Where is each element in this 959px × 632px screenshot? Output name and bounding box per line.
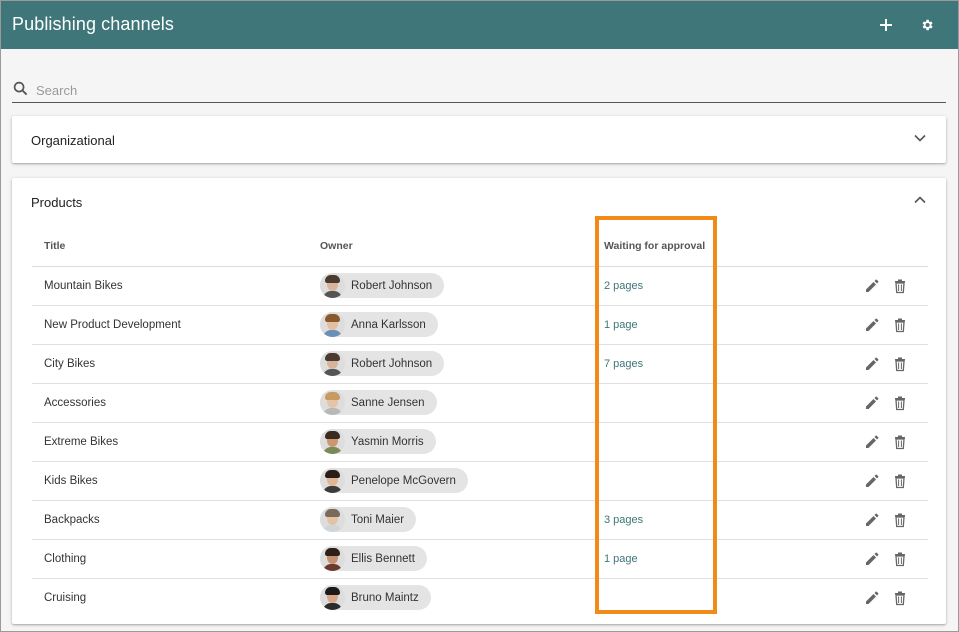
channel-title[interactable]: Mountain Bikes: [44, 280, 123, 292]
section-organizational-header[interactable]: Organizational: [12, 116, 946, 164]
avatar: [320, 546, 345, 571]
table-row[interactable]: Clothing Ellis Bennett 1 page: [32, 540, 928, 579]
owner-name: Sanne Jensen: [351, 396, 425, 409]
trash-icon[interactable]: [892, 278, 908, 294]
search-bar: [12, 77, 946, 103]
chevron-down-icon[interactable]: [914, 134, 926, 142]
waiting-pages-link[interactable]: 7 pages: [604, 358, 643, 370]
channel-title[interactable]: Cruising: [44, 592, 86, 604]
owner-chip[interactable]: Toni Maier: [320, 507, 417, 532]
waiting-pages-link[interactable]: 2 pages: [604, 280, 643, 292]
chevron-up-icon[interactable]: [914, 196, 926, 204]
owner-name: Bruno Maintz: [351, 591, 419, 604]
app-header: Publishing channels: [1, 1, 958, 49]
channel-title[interactable]: City Bikes: [44, 358, 95, 370]
owner-chip[interactable]: Robert Johnson: [320, 273, 445, 298]
channel-title[interactable]: Clothing: [44, 553, 86, 565]
column-header-title[interactable]: Title: [44, 240, 65, 252]
trash-icon[interactable]: [892, 590, 908, 606]
owner-name: Toni Maier: [351, 513, 405, 526]
channels-table: Title Owner Waiting for approval Mountai…: [32, 228, 928, 617]
table-row[interactable]: Cruising Bruno Maintz: [32, 579, 928, 617]
trash-icon[interactable]: [892, 395, 908, 411]
pencil-icon[interactable]: [864, 395, 880, 411]
waiting-pages-link[interactable]: 1 page: [604, 319, 638, 331]
channel-title[interactable]: Extreme Bikes: [44, 436, 118, 448]
owner-name: Ellis Bennett: [351, 552, 415, 565]
section-title: Products: [31, 195, 83, 210]
pencil-icon[interactable]: [864, 434, 880, 450]
channel-title[interactable]: New Product Development: [44, 319, 181, 331]
owner-chip[interactable]: Sanne Jensen: [320, 390, 437, 415]
settings-button[interactable]: [915, 13, 939, 37]
section-products-header[interactable]: Products: [12, 178, 946, 226]
channel-title[interactable]: Backpacks: [44, 514, 100, 526]
channel-title[interactable]: Kids Bikes: [44, 475, 98, 487]
owner-name: Robert Johnson: [351, 357, 433, 370]
avatar: [320, 390, 345, 415]
owner-chip[interactable]: Penelope McGovern: [320, 468, 468, 493]
trash-icon[interactable]: [892, 551, 908, 567]
owner-chip[interactable]: Robert Johnson: [320, 351, 445, 376]
column-header-waiting[interactable]: Waiting for approval: [604, 240, 705, 252]
table-row[interactable]: Accessories Sanne Jensen: [32, 384, 928, 423]
search-input[interactable]: [34, 80, 928, 100]
owner-name: Anna Karlsson: [351, 318, 426, 331]
plus-icon: [880, 19, 892, 31]
trash-icon[interactable]: [892, 512, 908, 528]
waiting-pages-link[interactable]: 3 pages: [604, 514, 643, 526]
channel-title[interactable]: Accessories: [44, 397, 106, 409]
trash-icon[interactable]: [892, 317, 908, 333]
section-title: Organizational: [31, 133, 115, 148]
trash-icon[interactable]: [892, 356, 908, 372]
trash-icon[interactable]: [892, 473, 908, 489]
pencil-icon[interactable]: [864, 278, 880, 294]
search-icon: [13, 81, 28, 96]
gear-icon: [922, 19, 933, 31]
trash-icon[interactable]: [892, 434, 908, 450]
add-channel-button[interactable]: [874, 13, 898, 37]
owner-name: Robert Johnson: [351, 279, 433, 292]
pencil-icon[interactable]: [864, 512, 880, 528]
avatar: [320, 507, 345, 532]
table-row[interactable]: City Bikes Robert Johnson 7 pages: [32, 345, 928, 384]
waiting-pages-link[interactable]: 1 page: [604, 553, 638, 565]
app-window: Publishing channels Organizational: [0, 0, 959, 632]
table-row[interactable]: Backpacks Toni Maier 3 pages: [32, 501, 928, 540]
pencil-icon[interactable]: [864, 473, 880, 489]
pencil-icon[interactable]: [864, 551, 880, 567]
table-row[interactable]: Kids Bikes Penelope McGovern: [32, 462, 928, 501]
avatar: [320, 468, 345, 493]
section-products: Products Title Owner Waiting for approva…: [12, 178, 946, 624]
pencil-icon[interactable]: [864, 590, 880, 606]
owner-name: Penelope McGovern: [351, 474, 456, 487]
pencil-icon[interactable]: [864, 356, 880, 372]
owner-chip[interactable]: Bruno Maintz: [320, 585, 431, 610]
avatar: [320, 429, 345, 454]
avatar: [320, 351, 345, 376]
avatar: [320, 273, 345, 298]
owner-chip[interactable]: Ellis Bennett: [320, 546, 427, 571]
table-row[interactable]: Extreme Bikes Yasmin Morris: [32, 423, 928, 462]
owner-name: Yasmin Morris: [351, 435, 424, 448]
avatar: [320, 312, 345, 337]
table-row[interactable]: New Product Development Anna Karlsson 1 …: [32, 306, 928, 345]
owner-chip[interactable]: Anna Karlsson: [320, 312, 438, 337]
section-organizational: Organizational: [12, 116, 946, 163]
table-header-row: Title Owner Waiting for approval: [32, 228, 928, 267]
table-row[interactable]: Mountain Bikes Robert Johnson 2 pages: [32, 267, 928, 306]
page-title: Publishing channels: [12, 14, 175, 34]
owner-chip[interactable]: Yasmin Morris: [320, 429, 436, 454]
column-header-owner[interactable]: Owner: [320, 240, 353, 252]
pencil-icon[interactable]: [864, 317, 880, 333]
avatar: [320, 585, 345, 610]
